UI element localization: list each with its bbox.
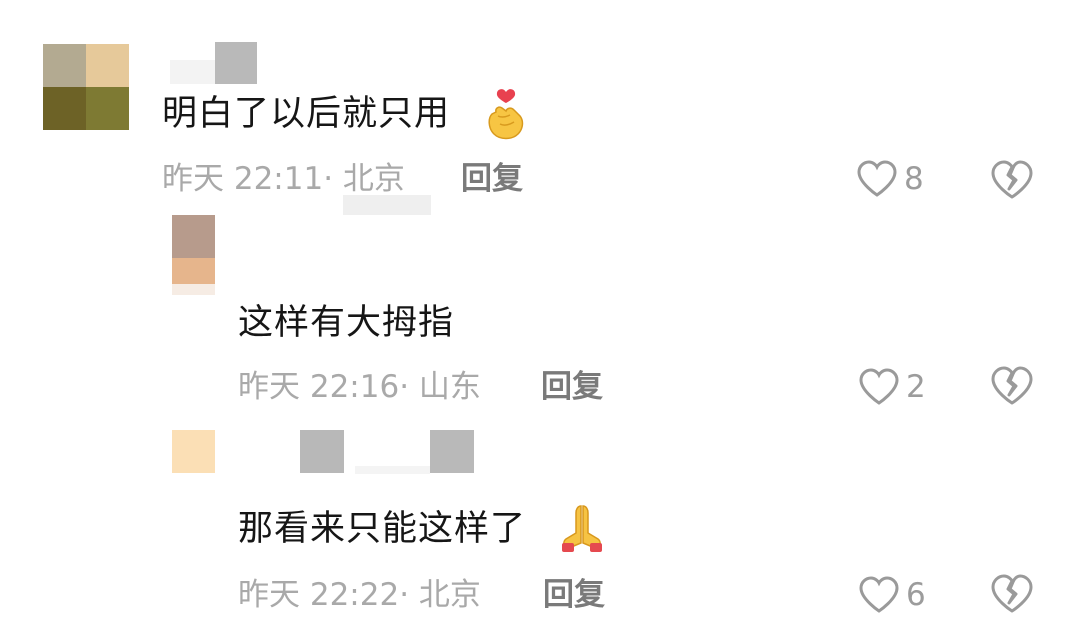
- folded-hands-icon: [556, 503, 608, 553]
- comment-time: 昨天 22:16: [238, 369, 400, 405]
- separator: ·: [399, 369, 410, 405]
- like-count: 8: [904, 160, 924, 197]
- username-obscured[interactable]: [300, 430, 475, 475]
- username-obscured[interactable]: [170, 42, 265, 84]
- comment-location: 北京: [342, 161, 405, 197]
- dislike-button[interactable]: [990, 366, 1034, 406]
- reply-button[interactable]: 回复: [541, 372, 603, 403]
- comment-location: 北京: [418, 577, 481, 613]
- reply-button[interactable]: 回复: [461, 164, 523, 195]
- separator: ·: [323, 161, 334, 197]
- heart-outline-icon: [858, 576, 900, 614]
- dislike-button[interactable]: [990, 574, 1034, 614]
- like-button[interactable]: 6: [858, 576, 926, 614]
- like-count: 2: [906, 368, 926, 405]
- comment-time: 昨天 22:11: [162, 161, 324, 197]
- comment-meta: 昨天 22:22· 北京: [238, 580, 481, 611]
- like-button[interactable]: 8: [856, 160, 924, 198]
- separator: ·: [399, 577, 410, 613]
- comment-location: 山东: [418, 369, 481, 405]
- heart-outline-icon: [858, 368, 900, 406]
- like-button[interactable]: 2: [858, 368, 926, 406]
- avatar[interactable]: [43, 44, 129, 130]
- comment-text: 这样有大拇指: [238, 303, 455, 343]
- broken-heart-icon: [990, 366, 1034, 406]
- comment-time: 昨天 22:22: [238, 577, 400, 613]
- avatar[interactable]: [172, 430, 215, 473]
- heart-outline-icon: [856, 160, 898, 198]
- comment-text: 明白了以后就只用: [162, 94, 451, 134]
- avatar[interactable]: [172, 215, 215, 295]
- like-count: 6: [906, 576, 926, 613]
- comment-meta: 昨天 22:11· 北京: [162, 164, 405, 195]
- comment-text: 那看来只能这样了: [238, 509, 527, 549]
- broken-heart-icon: [990, 574, 1034, 614]
- dislike-button[interactable]: [990, 160, 1034, 200]
- blur-mask: [343, 195, 431, 215]
- broken-heart-icon: [990, 160, 1034, 200]
- reply-button[interactable]: 回复: [543, 580, 605, 611]
- comment-meta: 昨天 22:16· 山东: [238, 372, 481, 403]
- finger-heart-icon: [484, 88, 528, 142]
